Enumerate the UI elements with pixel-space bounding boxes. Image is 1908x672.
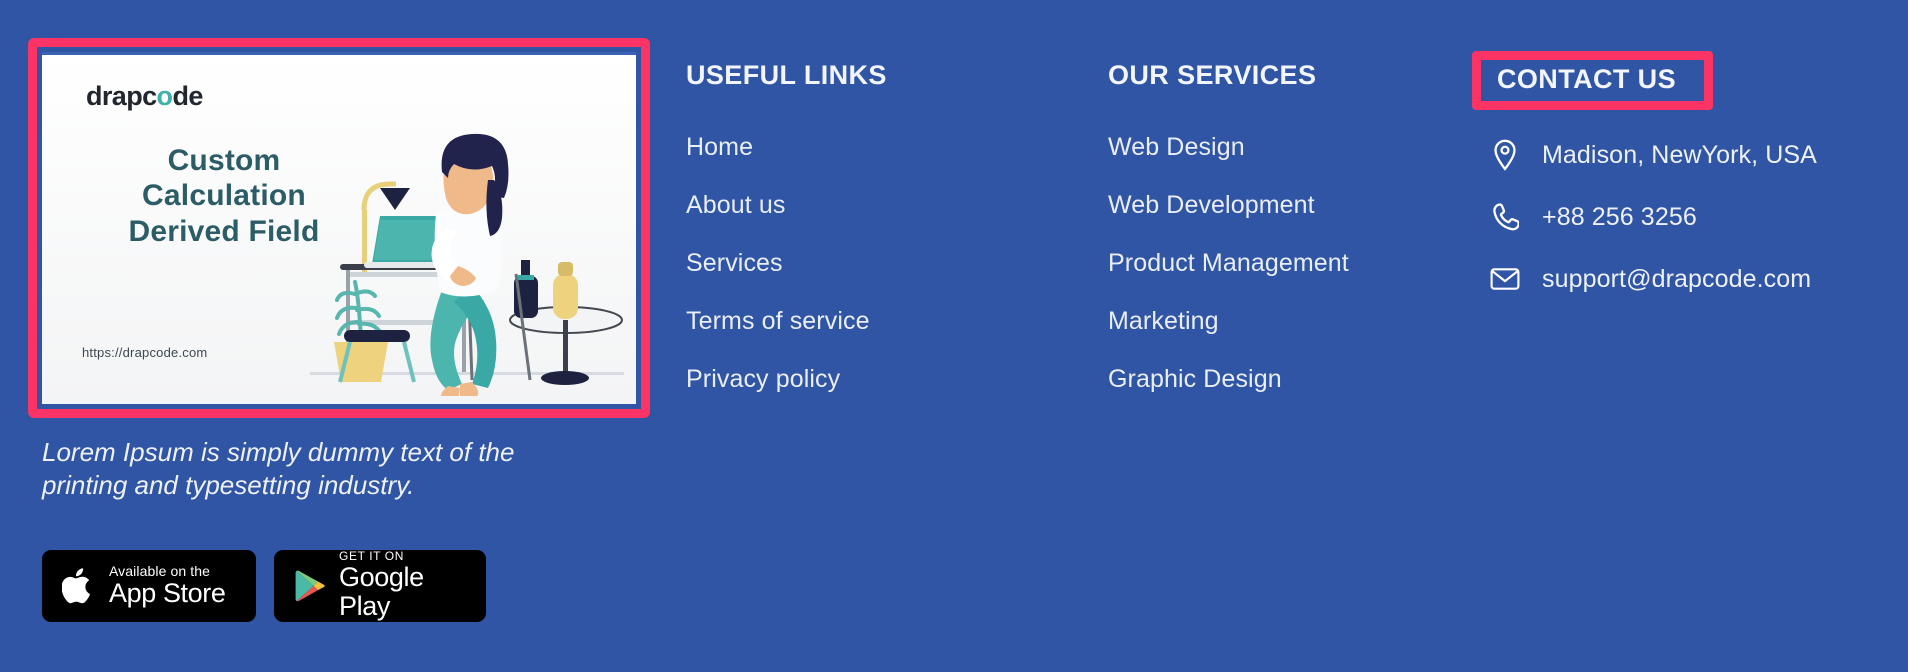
drapcode-logo: drapcode — [86, 81, 203, 112]
link-home[interactable]: Home — [686, 133, 753, 161]
link-terms-of-service[interactable]: Terms of service — [686, 307, 870, 335]
envelope-icon — [1488, 262, 1522, 296]
footer-useful-links-column: USEFUL LINKS Home About us Services Term… — [686, 60, 1016, 394]
google-play-badge-bottom: Google Play — [339, 561, 424, 622]
contact-phone-row[interactable]: +88 256 3256 — [1488, 200, 1908, 234]
list-item: About us — [686, 191, 1016, 220]
link-about-us[interactable]: About us — [686, 191, 785, 219]
location-pin-icon — [1488, 138, 1522, 172]
link-web-development[interactable]: Web Development — [1108, 191, 1315, 219]
footer-brand-column: drapcode Custom Calculation Derived Fiel… — [28, 38, 650, 622]
link-product-management[interactable]: Product Management — [1108, 249, 1349, 277]
app-store-badge-bottom: App Store — [109, 577, 226, 608]
app-store-badge-top: Available on the — [109, 562, 210, 579]
link-services[interactable]: Services — [686, 249, 783, 277]
contact-phone-text: +88 256 3256 — [1542, 202, 1697, 231]
list-item: Product Management — [1108, 249, 1478, 278]
contact-details-list: Madison, NewYork, USA +88 256 3256 suppo… — [1488, 138, 1908, 296]
useful-links-list: Home About us Services Terms of service … — [686, 133, 1016, 394]
contact-address-text: Madison, NewYork, USA — [1542, 140, 1817, 169]
logo-prefix: drapc — [86, 81, 157, 111]
useful-links-heading: USEFUL LINKS — [686, 60, 887, 90]
list-item: Home — [686, 133, 1016, 162]
list-item: Services — [686, 249, 1016, 278]
footer-our-services-column: OUR SERVICES Web Design Web Development … — [1108, 60, 1478, 394]
app-store-badges: Available on the App Store GET IT ON Goo… — [42, 550, 486, 622]
our-services-list: Web Design Web Development Product Manag… — [1108, 133, 1478, 394]
promo-card-highlight-box: drapcode Custom Calculation Derived Fiel… — [28, 38, 650, 418]
google-play-badge[interactable]: GET IT ON Google Play — [274, 550, 486, 622]
list-item: Web Development — [1108, 191, 1478, 220]
link-web-design[interactable]: Web Design — [1108, 133, 1245, 161]
site-footer: drapcode Custom Calculation Derived Fiel… — [0, 0, 1908, 672]
woman-working-on-laptop-illustration — [310, 133, 624, 396]
brand-caption: Lorem Ipsum is simply dummy text of the … — [42, 437, 515, 501]
apple-logo-icon — [62, 568, 90, 604]
link-graphic-design[interactable]: Graphic Design — [1108, 365, 1282, 393]
phone-icon — [1488, 200, 1522, 234]
list-item: Web Design — [1108, 133, 1478, 162]
google-play-logo-icon — [295, 570, 325, 602]
contact-us-heading: CONTACT US — [1497, 64, 1676, 94]
list-item: Terms of service — [686, 307, 1016, 336]
contact-email-row[interactable]: support@drapcode.com — [1488, 262, 1908, 296]
link-privacy-policy[interactable]: Privacy policy — [686, 365, 840, 393]
promo-url: https://drapcode.com — [82, 345, 208, 360]
contact-email-text: support@drapcode.com — [1542, 264, 1812, 293]
list-item: Marketing — [1108, 307, 1478, 336]
link-marketing[interactable]: Marketing — [1108, 307, 1219, 335]
list-item: Privacy policy — [686, 365, 1016, 394]
google-play-badge-top: GET IT ON — [339, 549, 404, 564]
contact-address-row: Madison, NewYork, USA — [1488, 138, 1908, 172]
contact-us-heading-highlight-box: CONTACT US — [1472, 51, 1713, 110]
promo-card[interactable]: drapcode Custom Calculation Derived Fiel… — [42, 52, 636, 404]
logo-suffix: de — [172, 81, 203, 111]
logo-accent-letter: o — [156, 81, 174, 111]
our-services-heading: OUR SERVICES — [1108, 60, 1317, 90]
app-store-badge[interactable]: Available on the App Store — [42, 550, 256, 622]
footer-contact-us-column: CONTACT US Madison, NewYork, USA +88 256… — [1472, 51, 1908, 296]
list-item: Graphic Design — [1108, 365, 1478, 394]
